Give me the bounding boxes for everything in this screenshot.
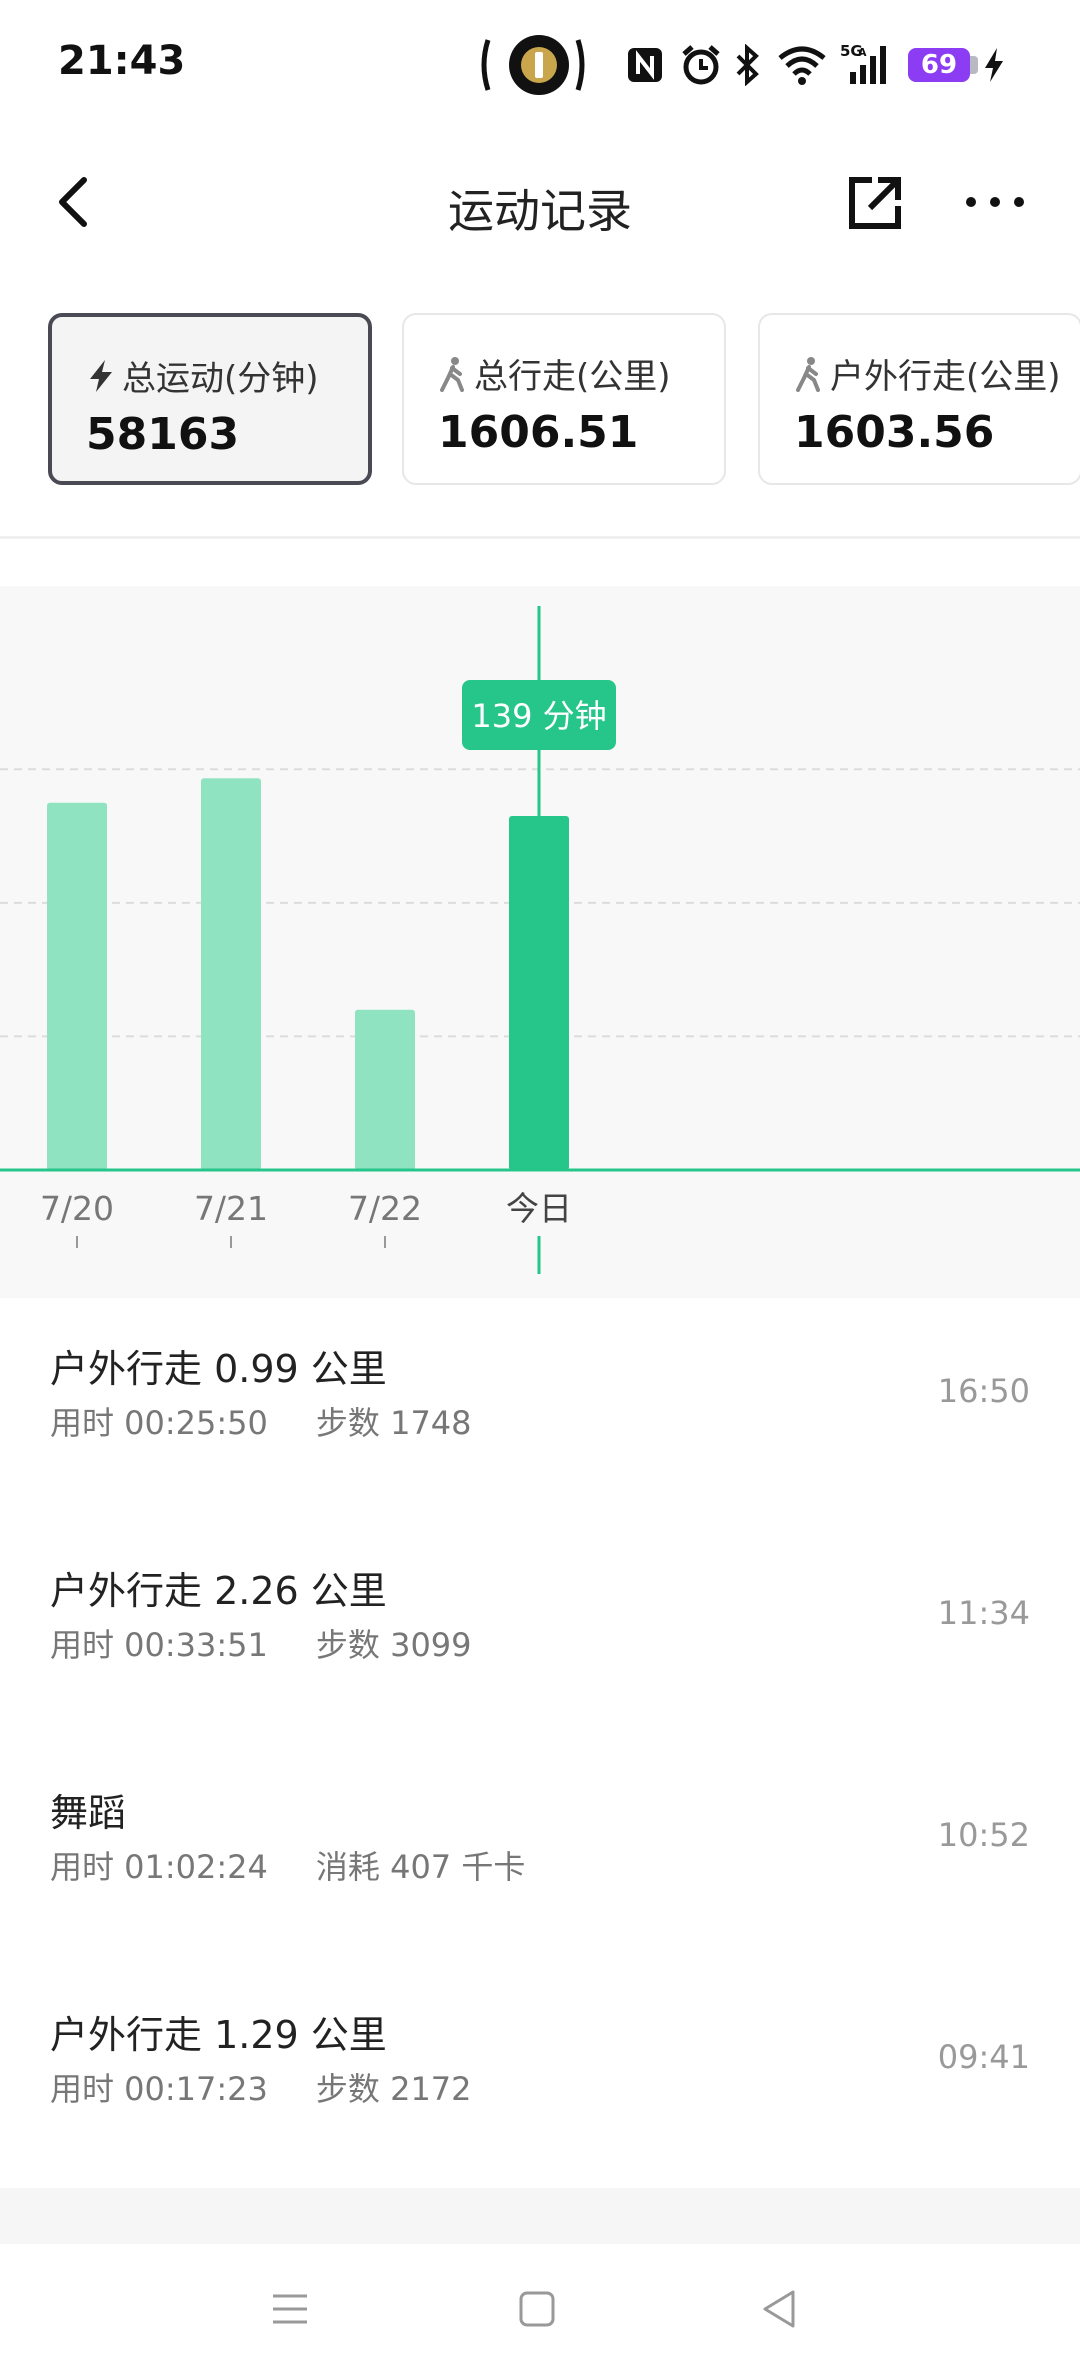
walk-icon: [440, 357, 464, 392]
record-metric: 步数 3099: [315, 1626, 472, 1664]
record-time: 11:34: [937, 1594, 1030, 1632]
lightning-icon: [90, 360, 112, 392]
battery-level: 69: [920, 50, 958, 80]
chart-bar[interactable]: [201, 778, 261, 1170]
card-value: 1603.56: [794, 407, 995, 458]
app-header: 运动记录: [0, 140, 1080, 270]
record-metric: 步数 1748: [315, 1404, 472, 1442]
summary-cards: 总运动(分钟) 58163 总行走(公里) 1606.51 户外行走(公里) 1…: [0, 310, 1080, 495]
chart-canvas[interactable]: 7/20 7/21 7/22 今日 139 分钟: [0, 586, 1080, 1298]
chart-tick-label: 7/21: [194, 1189, 268, 1228]
record-duration: 用时 00:25:50: [50, 1404, 268, 1442]
cellular-5g-icon: 5G A: [840, 42, 886, 84]
record-details: 用时 00:33:51 步数 3099: [50, 1620, 472, 1666]
card-value: 58163: [86, 409, 240, 460]
list-end-spacer: [0, 2188, 1080, 2244]
battery-icon: 69: [908, 48, 978, 82]
summary-card-total-walk[interactable]: 总行走(公里) 1606.51: [402, 313, 726, 485]
card-label: 户外行走(公里): [830, 357, 1061, 397]
card-label: 总行走(公里): [474, 357, 671, 397]
record-duration: 用时 00:33:51: [50, 1626, 268, 1664]
record-details: 用时 00:25:50 步数 1748: [50, 1398, 472, 1444]
alarm-icon: [682, 45, 720, 85]
chart-tick-label: 今日: [506, 1189, 572, 1228]
menu-icon[interactable]: [265, 2284, 315, 2334]
record-time: 16:50: [937, 1372, 1030, 1410]
chart-bar[interactable]: [47, 802, 107, 1170]
page-title: 运动记录: [448, 184, 632, 238]
exercise-bar-chart[interactable]: 7/20 7/21 7/22 今日 139 分钟: [0, 586, 1080, 1298]
chart-value-label: 139 分钟: [471, 697, 606, 735]
record-metric: 步数 2172: [315, 2070, 472, 2108]
wifi-icon: [778, 46, 826, 85]
record-details: 用时 01:02:24 消耗 407 千卡: [50, 1842, 525, 1888]
record-duration: 用时 01:02:24: [50, 1848, 268, 1886]
chart-bar[interactable]: [509, 816, 569, 1170]
summary-card-outdoor-walk[interactable]: 户外行走(公里) 1603.56: [758, 313, 1080, 485]
exercise-record-row[interactable]: 舞蹈用时 01:02:24 消耗 407 千卡 10:52: [0, 1744, 1080, 1966]
home-square-icon[interactable]: [512, 2284, 562, 2334]
nfc-icon: [628, 48, 662, 82]
chart-tick-label: 7/22: [348, 1189, 422, 1228]
status-bar: 21:43 5G A 69: [0, 0, 1080, 130]
chart-tick-label: 7/20: [40, 1189, 114, 1228]
record-title: 户外行走 1.29 公里: [50, 2013, 387, 2057]
summary-card-total-exercise[interactable]: 总运动(分钟) 58163: [48, 313, 372, 485]
exercise-record-row[interactable]: 户外行走 1.29 公里用时 00:17:23 步数 2172 09:41: [0, 1966, 1080, 2188]
more-options-button[interactable]: [960, 172, 1030, 232]
card-label: 总运动(分钟): [122, 359, 319, 399]
svg-text:A: A: [858, 46, 867, 59]
record-metric: 消耗 407 千卡: [315, 1848, 526, 1886]
walk-icon: [796, 357, 820, 392]
record-time: 09:41: [937, 2038, 1030, 2076]
exercise-record-row[interactable]: 户外行走 0.99 公里用时 00:25:50 步数 1748 16:50: [0, 1300, 1080, 1522]
bluetooth-icon: [736, 44, 759, 86]
record-details: 用时 00:17:23 步数 2172: [50, 2064, 472, 2110]
charging-icon: [985, 48, 1003, 82]
chart-bar[interactable]: [355, 1009, 415, 1170]
flashlight-icon: [481, 35, 585, 95]
record-title: 户外行走 2.26 公里: [50, 1569, 387, 1613]
card-value: 1606.51: [438, 407, 639, 458]
record-time: 10:52: [937, 1816, 1030, 1854]
record-title: 户外行走 0.99 公里: [50, 1347, 387, 1391]
section-divider: [0, 536, 1080, 539]
record-duration: 用时 00:17:23: [50, 2070, 268, 2108]
exercise-record-row[interactable]: 户外行走 2.26 公里用时 00:33:51 步数 3099 11:34: [0, 1522, 1080, 1744]
status-time: 21:43: [58, 38, 186, 84]
back-triangle-icon[interactable]: [755, 2284, 805, 2334]
system-nav-bar: [0, 2244, 1080, 2376]
share-button[interactable]: [846, 174, 904, 232]
record-title: 舞蹈: [50, 1791, 127, 1835]
